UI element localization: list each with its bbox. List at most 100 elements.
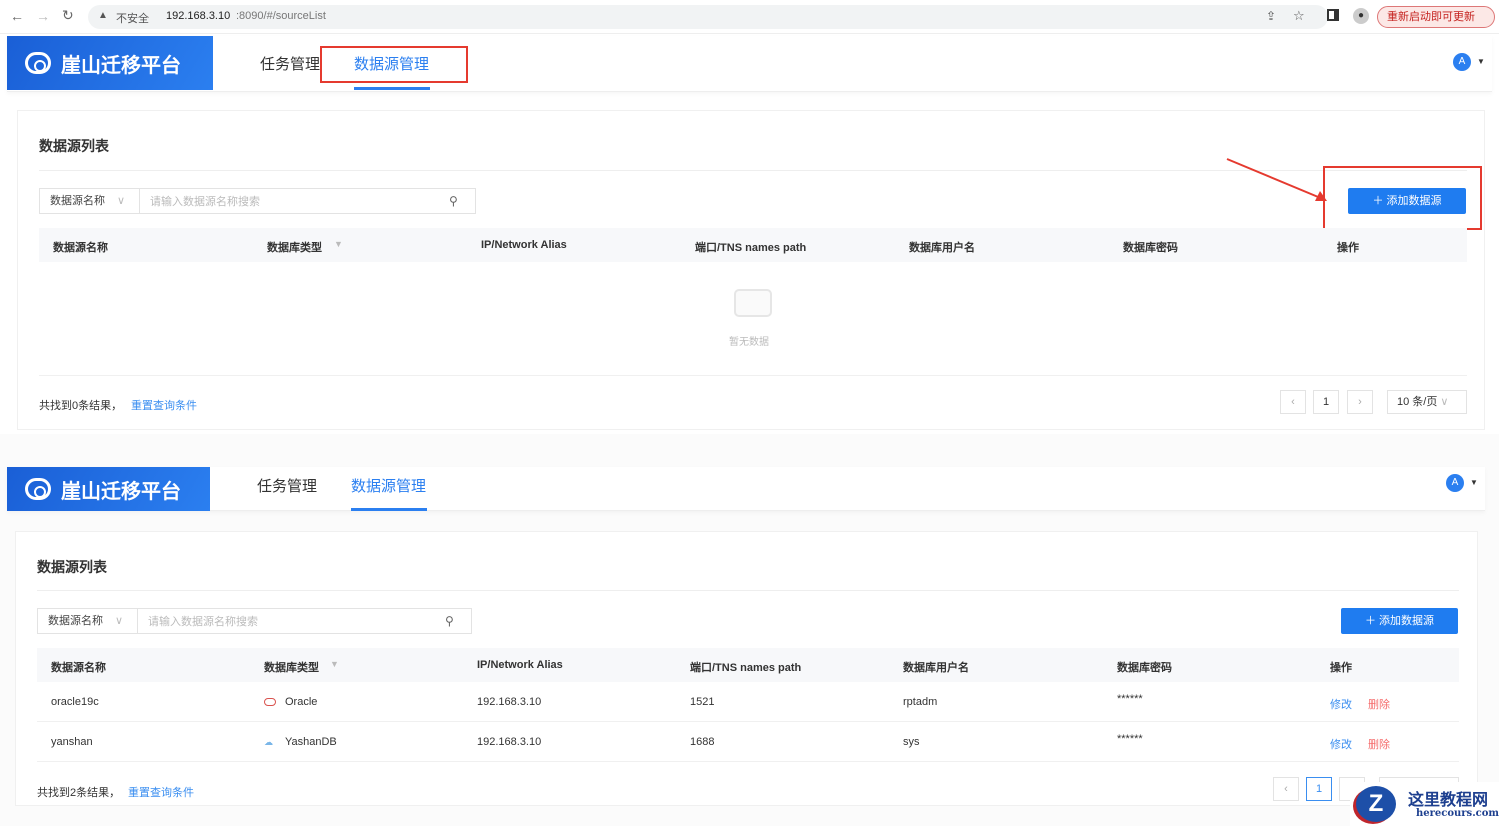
cell-port: 1521: [690, 696, 715, 708]
search-icon[interactable]: ⚲: [445, 614, 471, 628]
table-row: yanshan ☁ YashanDB 192.168.3.10 1688 sys…: [37, 722, 1459, 762]
cell-type: YashanDB: [285, 736, 337, 748]
warning-icon: ▲: [98, 10, 108, 21]
cell-user: rptadm: [903, 696, 938, 708]
app-header: 崖山迁移平台 任务管理 数据源管理 A ▼: [7, 467, 1485, 511]
result-count: 共找到0条结果，: [39, 400, 123, 412]
forward-icon[interactable]: →: [36, 8, 50, 24]
tab-task-management[interactable]: 任务管理: [260, 53, 320, 74]
active-tab-indicator: [354, 87, 430, 90]
cloud-icon: [25, 52, 51, 74]
caret-down-icon[interactable]: ▼: [1470, 478, 1478, 487]
table-header: 数据源名称 数据库类型 ▼ IP/Network Alias 端口/TNS na…: [37, 648, 1459, 682]
watermark-title: 这里教程网: [1408, 790, 1489, 809]
search-group: 数据源名称 ∨ 请输入数据源名称搜索 ⚲: [39, 188, 476, 214]
sidebar-icon[interactable]: [1327, 9, 1339, 21]
cell-type: Oracle: [285, 696, 318, 708]
delete-link[interactable]: 删除: [1368, 736, 1390, 752]
filter-icon[interactable]: ▼: [330, 659, 339, 669]
page-1-button[interactable]: 1: [1313, 390, 1339, 414]
back-icon[interactable]: ←: [10, 8, 24, 24]
share-icon[interactable]: ⇪: [1266, 9, 1276, 23]
cell-port: 1688: [690, 736, 715, 748]
page-title: 数据源列表: [39, 138, 109, 154]
url-host: 192.168.3.10: [166, 10, 231, 22]
search-field-select[interactable]: 数据源名称 ∨: [40, 189, 140, 213]
col-name: 数据源名称: [53, 242, 108, 254]
edit-link[interactable]: 修改: [1330, 696, 1352, 712]
star-icon[interactable]: ☆: [1293, 8, 1305, 24]
table-header: 数据源名称 数据库类型 ▼ IP/Network Alias 端口/TNS na…: [39, 228, 1467, 262]
col-user: 数据库用户名: [909, 242, 975, 254]
col-password: 数据库密码: [1117, 662, 1172, 674]
prev-page-button[interactable]: ‹: [1280, 390, 1306, 414]
cell-user: sys: [903, 736, 920, 748]
empty-box-icon: [734, 289, 772, 317]
prev-page-button[interactable]: ‹: [1273, 777, 1299, 801]
app-header: 崖山迁移平台 任务管理 数据源管理 A ▼: [7, 36, 1492, 92]
col-name: 数据源名称: [51, 662, 106, 674]
col-ip: IP/Network Alias: [477, 659, 563, 671]
search-field-select[interactable]: 数据源名称 ∨: [38, 609, 138, 633]
profile-icon[interactable]: ●: [1353, 8, 1369, 24]
watermark-logo-icon: Z: [1356, 786, 1396, 822]
divider: [37, 761, 1459, 762]
search-icon[interactable]: ⚲: [449, 194, 475, 208]
cell-name: oracle19c: [51, 696, 99, 708]
search-group: 数据源名称 ∨ 请输入数据源名称搜索 ⚲: [37, 608, 472, 634]
cell-ip: 192.168.3.10: [477, 736, 542, 748]
oracle-icon: [264, 698, 276, 706]
annotation-highlight: [320, 46, 468, 83]
edit-link[interactable]: 修改: [1330, 736, 1352, 752]
brand-name: 崖山迁移平台: [61, 480, 181, 503]
tab-task-management[interactable]: 任务管理: [257, 475, 317, 496]
delete-link[interactable]: 删除: [1368, 696, 1390, 712]
caret-down-icon[interactable]: ▼: [1477, 57, 1485, 66]
brand-logo[interactable]: 崖山迁移平台: [7, 36, 213, 90]
cell-password: ******: [1117, 693, 1143, 705]
chevron-down-icon: ∨: [117, 195, 126, 207]
watermark-domain: herecours.com: [1416, 808, 1499, 819]
reload-icon[interactable]: ↻: [62, 7, 74, 24]
col-ip: IP/Network Alias: [481, 239, 567, 251]
brand-logo[interactable]: 崖山迁移平台: [7, 467, 210, 511]
cell-ip: 192.168.3.10: [477, 696, 542, 708]
active-tab-indicator: [351, 508, 427, 511]
table-row: oracle19c Oracle 192.168.3.10 1521 rptad…: [37, 682, 1459, 722]
result-count: 共找到2条结果，: [37, 787, 121, 799]
brand-name: 崖山迁移平台: [61, 54, 181, 77]
divider: [39, 375, 1467, 376]
col-type: 数据库类型: [264, 662, 319, 674]
user-avatar[interactable]: A: [1453, 53, 1471, 71]
search-input[interactable]: 请输入数据源名称搜索: [140, 193, 449, 209]
insecure-label: 不安全: [116, 13, 149, 25]
chevron-down-icon: ∨: [115, 615, 124, 627]
tab-datasource-management[interactable]: 数据源管理: [351, 475, 426, 496]
col-port: 端口/TNS names path: [695, 242, 807, 254]
next-page-button[interactable]: ›: [1347, 390, 1373, 414]
filter-icon[interactable]: ▼: [334, 239, 343, 249]
col-port: 端口/TNS names path: [690, 662, 802, 674]
add-datasource-button[interactable]: ＋ 添加数据源: [1341, 608, 1458, 634]
reset-filter-link[interactable]: 重置查询条件: [128, 784, 194, 800]
col-actions: 操作: [1330, 662, 1352, 674]
browser-toolbar: ← → ↻ ▲ 不安全 192.168.3.10 :8090/#/sourceL…: [0, 0, 1499, 34]
update-button[interactable]: 重新启动即可更新: [1377, 6, 1495, 28]
page-size-select[interactable]: 10 条/页 ∨: [1387, 390, 1467, 414]
yashandb-icon: ☁: [264, 737, 273, 747]
search-input[interactable]: 请输入数据源名称搜索: [138, 613, 445, 629]
divider: [37, 590, 1459, 591]
annotation-arrow: [1226, 158, 1327, 201]
reset-filter-link[interactable]: 重置查询条件: [131, 397, 197, 413]
url-path: :8090/#/sourceList: [236, 10, 326, 22]
page-1-button[interactable]: 1: [1306, 777, 1332, 801]
col-password: 数据库密码: [1123, 242, 1178, 254]
datasource-panel: 数据源列表 数据源名称 ∨ 请输入数据源名称搜索 ⚲ ＋ 添加数据源 数据源名称 …: [17, 110, 1485, 430]
user-avatar[interactable]: A: [1446, 474, 1464, 492]
cell-name: yanshan: [51, 736, 93, 748]
annotation-highlight: [1323, 166, 1482, 230]
datasource-panel: 数据源列表 数据源名称 ∨ 请输入数据源名称搜索 ⚲ ＋ 添加数据源 数据源名称 …: [15, 531, 1478, 806]
page-title: 数据源列表: [37, 559, 107, 575]
cloud-icon: [25, 478, 51, 500]
col-type: 数据库类型: [267, 242, 322, 254]
